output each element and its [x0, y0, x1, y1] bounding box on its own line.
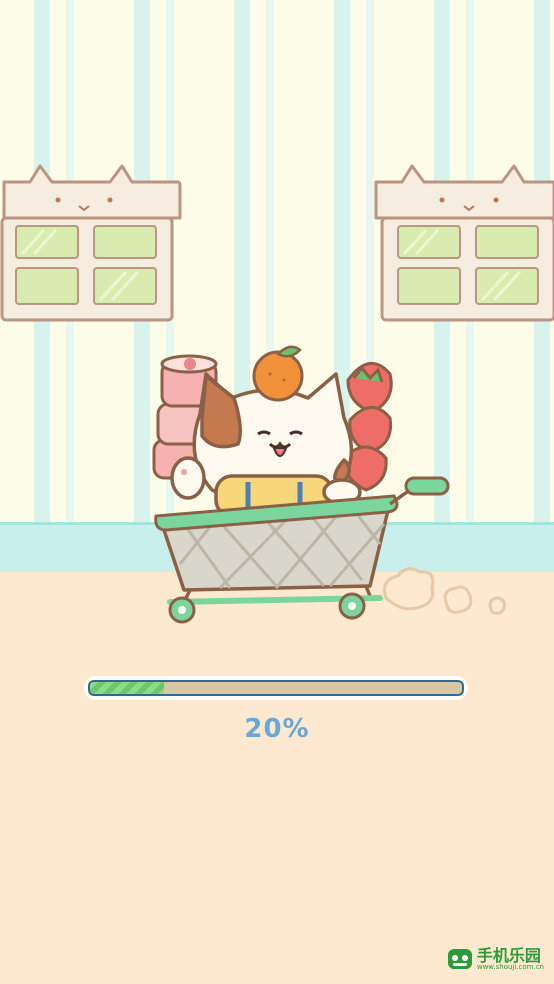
window-cat-eye-right — [493, 197, 499, 203]
cat-window-left — [0, 164, 182, 322]
window-cat-eye-left — [439, 197, 445, 203]
progress-fill — [90, 682, 165, 694]
tangerine-on-head — [252, 345, 304, 402]
strawberries — [342, 362, 393, 492]
loading-progress-bar — [84, 676, 468, 700]
site-watermark: 手机乐园 www.shouji.com.cn — [447, 946, 544, 972]
dust-puffs — [383, 567, 506, 615]
watermark-sub-text: www.shouji.com.cn — [476, 962, 544, 971]
watermark-logo-icon — [447, 949, 472, 969]
watermark-main-text: 手机乐园 — [476, 945, 541, 965]
cat-in-cart-illustration — [152, 345, 506, 624]
cat-window-right — [374, 164, 554, 322]
window-cat-eye-left — [55, 197, 61, 203]
progress-percent-label: 20% — [244, 714, 310, 744]
window-cat-eye-right — [107, 197, 113, 203]
progress-track-inner — [88, 680, 464, 696]
